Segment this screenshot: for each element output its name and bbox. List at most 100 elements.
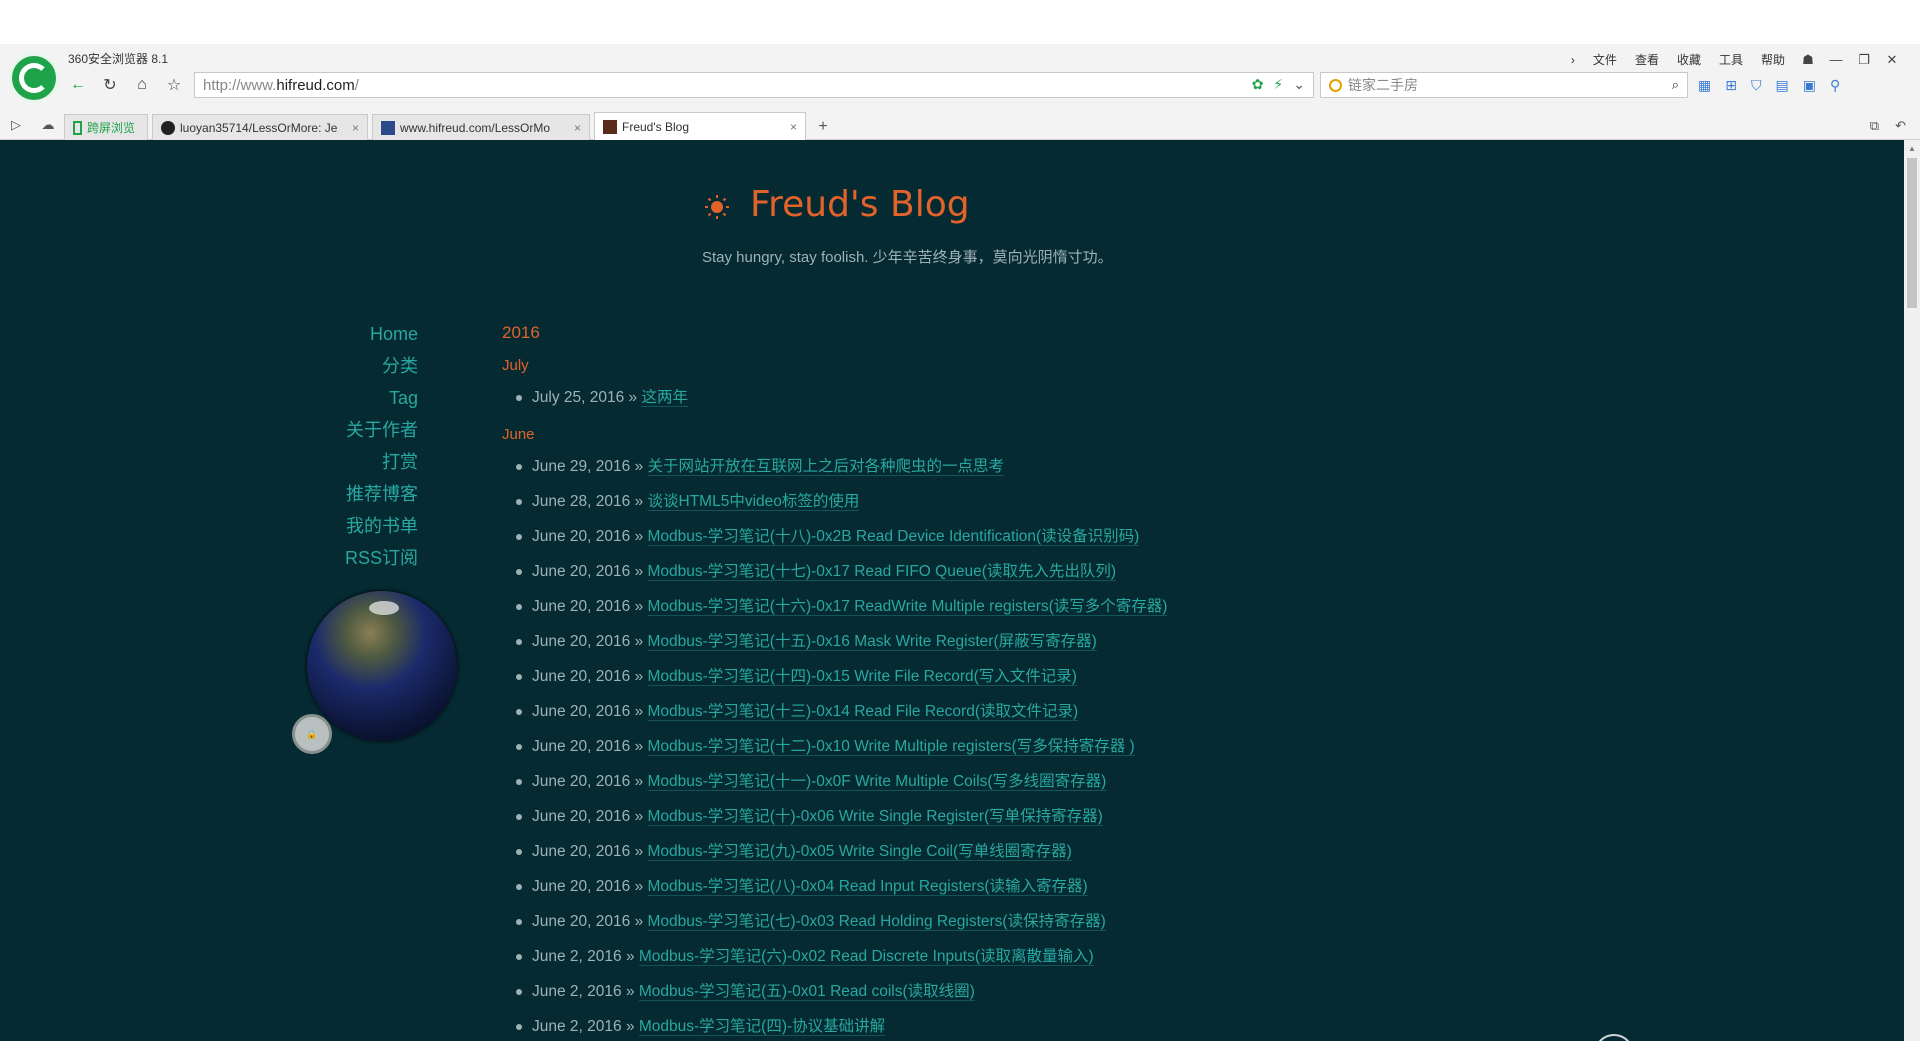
minimize-button[interactable]: — [1822,48,1850,71]
menu-item-view[interactable]: 查看 [1626,47,1668,72]
url-host: hifreud.com [276,76,355,94]
skin-icon[interactable]: ☗ [1794,48,1822,72]
grid-icon[interactable]: ⊞ [1725,77,1737,94]
post-link[interactable]: Modbus-学习笔记(五)-0x01 Read coils(读取线圈) [638,983,975,1001]
post-link[interactable]: Modbus-学习笔记(十八)-0x2B Read Device Identif… [647,528,1140,546]
blog-favicon-icon [603,119,617,134]
nav-recommended-blogs[interactable]: 推荐博客 [240,478,418,510]
post-link[interactable]: Modbus-学习笔记(十)-0x06 Write Single Registe… [647,808,1103,826]
refresh-button[interactable]: ↻ [94,72,126,98]
post-link[interactable]: Modbus-学习笔记(六)-0x02 Read Discrete Inputs… [638,948,1094,966]
blog-title[interactable]: Freud's Blog [704,184,970,225]
post-link[interactable]: Modbus-学习笔记(十六)-0x17 ReadWrite Multiple … [647,598,1168,616]
tab-list-icon[interactable]: ⧉ [1870,118,1879,134]
vertical-scrollbar[interactable]: ▲ [1904,140,1920,1041]
separator: » [630,738,648,755]
nav-home[interactable]: Home [240,318,418,350]
list-item: June 20, 2016 » Modbus-学习笔记(十六)-0x17 Rea… [516,589,1702,624]
bullet-icon [516,1023,522,1030]
search-input[interactable]: 链家二手房 ⌕ [1320,72,1688,98]
post-link[interactable]: Modbus-学习笔记(八)-0x04 Read Input Registers… [647,878,1088,896]
bullet-icon [516,778,522,785]
back-button[interactable]: ← [62,72,94,98]
post-link[interactable]: Modbus-学习笔记(十一)-0x0F Write Multiple Coil… [647,773,1107,791]
post-link[interactable]: Modbus-学习笔记(十五)-0x16 Mask Write Register… [647,633,1097,651]
tab-github[interactable]: luoyan35714/LessOrMore: Je × [152,114,368,140]
close-tab-icon[interactable]: × [784,120,797,134]
search-icon[interactable]: ⌕ [1672,77,1679,93]
list-item: June 29, 2016 » 关于网站开放在互联网上之后对各种爬虫的一点思考 [516,449,1702,484]
restore-button[interactable]: ❐ [1850,48,1878,72]
nav-donate[interactable]: 打赏 [240,446,418,478]
post-date: June 2, 2016 [532,983,622,1000]
post-link[interactable]: Modbus-学习笔记(十三)-0x14 Read File Record(读取… [647,703,1079,721]
folder-icon[interactable]: ▤ [1775,77,1788,94]
scroll-up-icon[interactable]: ▲ [1908,144,1916,153]
list-item: June 2, 2016 » Modbus-学习笔记(六)-0x02 Read … [516,939,1702,974]
bullet-icon [516,568,522,575]
post-date: June 20, 2016 [532,843,631,860]
menu-item-favorites[interactable]: 收藏 [1668,47,1710,72]
visitor-globe-widget[interactable] [307,591,457,741]
post-link[interactable]: Modbus-学习笔记(七)-0x03 Read Holding Registe… [647,913,1106,931]
nav-about[interactable]: 关于作者 [240,414,418,446]
nav-rss[interactable]: RSS订阅 [240,542,418,574]
zoom-icon[interactable]: ⚲ [1830,77,1840,94]
separator: » [630,633,648,650]
close-window-button[interactable]: ✕ [1878,48,1906,72]
post-date: June 20, 2016 [532,878,631,895]
post-link[interactable]: Modbus-学习笔记(十二)-0x10 Write Multiple regi… [647,738,1135,756]
bullet-icon [516,743,522,750]
archive-year: 2016 [502,323,540,342]
post-date: June 20, 2016 [532,563,631,580]
post-date: June 20, 2016 [532,913,631,930]
tab-hifreud-lessormore[interactable]: www.hifreud.com/LessOrMo × [372,114,590,140]
url-prefix: http://www. [203,76,277,94]
search-engine-icon[interactable] [1329,78,1342,92]
address-bar[interactable]: http://www. hifreud.com / ✿ ⚡ ⌄ [194,72,1314,550]
revolver-maps-badge-icon[interactable]: 🔒 [292,714,332,754]
bullet-icon [516,708,522,715]
nav-tag[interactable]: Tag [240,382,418,414]
separator: » [621,948,639,965]
favorite-star-button[interactable]: ☆ [158,72,190,98]
post-link[interactable]: 这两年 [641,389,688,407]
menu-item-tools[interactable]: 工具 [1710,47,1752,72]
sidebar-toggle-icon[interactable]: ▷ [0,110,32,140]
close-tab-icon[interactable]: × [568,121,581,135]
post-link[interactable]: Modbus-学习笔记(十七)-0x17 Read FIFO Queue(读取先… [647,563,1117,581]
separator: » [630,703,648,720]
post-link[interactable]: Modbus-学习笔记(九)-0x05 Write Single Coil(写单… [647,843,1072,861]
list-item: June 20, 2016 » Modbus-学习笔记(七)-0x03 Read… [516,904,1702,939]
archive-month: June [502,426,535,443]
apps-icon[interactable]: ▦ [1698,77,1711,94]
new-tab-button[interactable]: + [810,114,836,140]
shield-icon[interactable]: ⛉ [1751,77,1762,94]
scrollbar-thumb[interactable] [1907,158,1917,308]
screenshot-icon[interactable]: ▣ [1803,77,1816,94]
browser-chrome: 360安全浏览器 8.1 › 文件 查看 收藏 工具 帮助 ☗ — ❐ ✕ ← … [0,44,1920,550]
toolbar-extensions: ▦ ⊞ ⛉ ▤ ▣ ⚲ [1698,77,1840,94]
post-link[interactable]: 关于网站开放在互联网上之后对各种爬虫的一点思考 [647,458,1005,476]
post-link[interactable]: 谈谈HTML5中video标签的使用 [647,493,860,511]
tab-freuds-blog[interactable]: Freud's Blog × [594,112,806,140]
address-dropdown-icon[interactable]: ⌄ [1293,76,1305,93]
undo-close-icon[interactable]: ↶ [1895,118,1906,134]
speed-mode-icon[interactable]: ⚡ [1273,76,1283,93]
close-tab-icon[interactable]: × [346,121,359,135]
post-link[interactable]: Modbus-学习笔记(四)-协议基础讲解 [638,1018,886,1036]
home-button[interactable]: ⌂ [126,72,158,98]
security-icon[interactable]: ✿ [1252,76,1264,93]
browser-logo-icon [9,53,59,103]
list-item: June 20, 2016 » Modbus-学习笔记(九)-0x05 Writ… [516,834,1702,869]
menu-item-file[interactable]: 文件 [1584,47,1626,72]
nav-booklist[interactable]: 我的书单 [240,510,418,542]
nav-categories[interactable]: 分类 [240,350,418,382]
post-list: July 25, 2016 » 这两年 [516,380,1702,415]
menu-expand-icon[interactable]: › [1562,49,1584,71]
menu-item-help[interactable]: 帮助 [1752,47,1794,72]
tab-cross-screen[interactable]: 跨屏浏览 [64,114,148,140]
post-link[interactable]: Modbus-学习笔记(十四)-0x15 Write File Record(写… [647,668,1077,686]
cloud-icon[interactable]: ☁ [32,110,64,140]
post-date: June 20, 2016 [532,668,631,685]
